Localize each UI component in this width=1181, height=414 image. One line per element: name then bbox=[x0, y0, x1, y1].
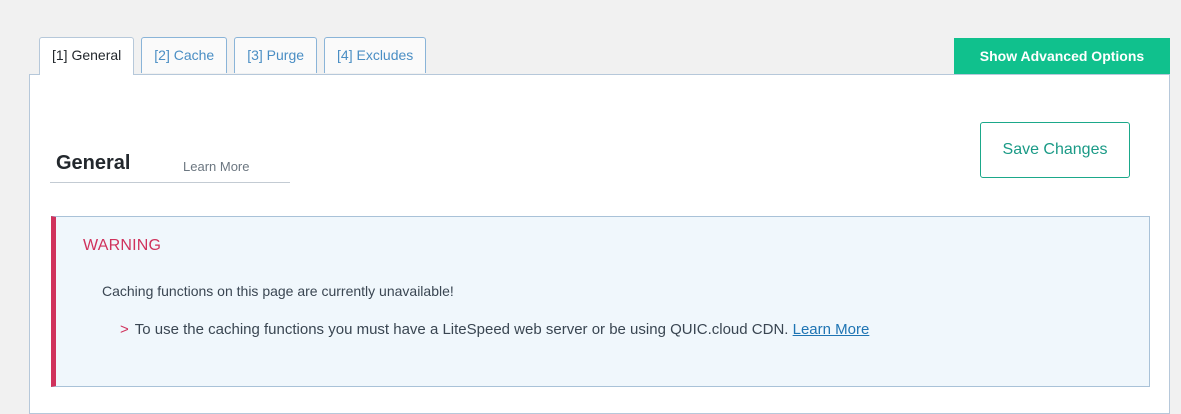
warning-detail-text: To use the caching functions you must ha… bbox=[134, 321, 789, 338]
tab-cache[interactable]: [2] Cache bbox=[141, 37, 228, 73]
warning-notice: WARNING Caching functions on this page a… bbox=[51, 216, 1150, 387]
arrow-icon: > bbox=[120, 321, 129, 338]
section-header: General Learn More bbox=[50, 148, 290, 183]
tab-bar: [1] General [2] Cache [3] Purge [4] Excl… bbox=[39, 37, 427, 75]
tab-purge[interactable]: [3] Purge bbox=[234, 37, 318, 73]
save-changes-button[interactable]: Save Changes bbox=[980, 122, 1130, 178]
warning-title: WARNING bbox=[83, 237, 162, 254]
warning-learn-more-link[interactable]: Learn More bbox=[793, 321, 870, 338]
tab-excludes[interactable]: [4] Excludes bbox=[324, 37, 427, 73]
show-advanced-options-button[interactable]: Show Advanced Options bbox=[954, 38, 1170, 74]
warning-detail: > To use the caching functions you must h… bbox=[120, 321, 869, 338]
section-learn-more-link[interactable]: Learn More bbox=[183, 159, 249, 174]
settings-panel: General Learn More Save Changes WARNING … bbox=[29, 74, 1170, 414]
warning-message: Caching functions on this page are curre… bbox=[102, 283, 454, 299]
section-title: General bbox=[56, 152, 131, 174]
tab-general[interactable]: [1] General bbox=[39, 37, 135, 75]
